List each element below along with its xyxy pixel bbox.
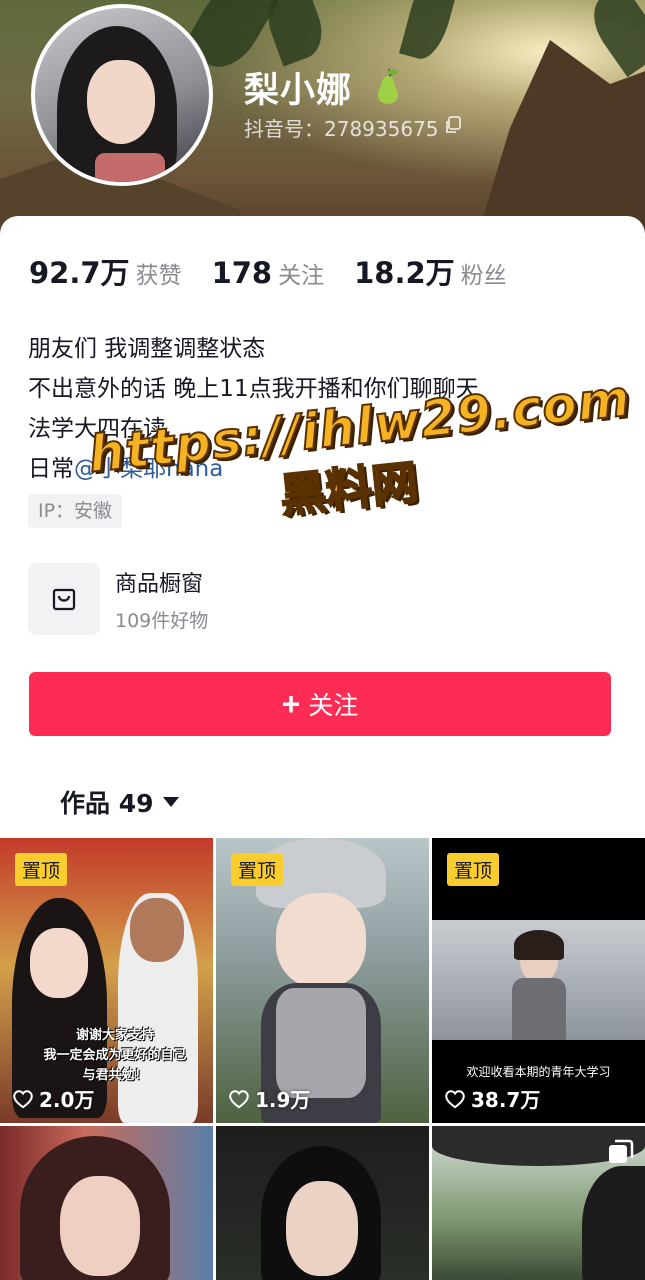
bio-line: 朋友们 我调整调整状态 <box>28 336 266 362</box>
pinned-badge: 置顶 <box>231 853 284 886</box>
heart-icon <box>13 1089 33 1108</box>
ip-location-tag: IP：安徽 <box>28 494 123 528</box>
video-tile[interactable]: 置顶 谢谢大家支持 我一定会成为更好的自己 与君共勉！ 2.0万 <box>0 838 213 1123</box>
avatar[interactable] <box>31 4 213 186</box>
plus-icon: + <box>281 685 301 722</box>
video-tile[interactable] <box>432 1126 645 1280</box>
bio-line: 日常@小梨耶nana <box>28 456 224 482</box>
video-caption: 欢迎收看本期的青年大学习 <box>466 1065 611 1079</box>
bio: 朋友们 我调整调整状态 不出意外的话 晚上11点我开播和你们聊聊天 法学大四在读… <box>28 329 479 489</box>
video-grid: 置顶 谢谢大家支持 我一定会成为更好的自己 与君共勉！ 2.0万 置顶 1.9万… <box>0 838 645 1280</box>
copy-icon[interactable] <box>444 116 462 134</box>
video-likes: 38.7万 <box>444 1084 540 1113</box>
likes-label: 获赞 <box>135 263 182 289</box>
follow-label: 关注 <box>308 692 359 720</box>
video-tile[interactable]: 置顶 1.9万 <box>216 838 429 1123</box>
video-tile[interactable] <box>0 1126 213 1280</box>
follow-button[interactable]: + 关注 <box>29 672 611 736</box>
video-likes: 1.9万 <box>228 1084 310 1113</box>
shopping-bag-icon <box>28 563 100 635</box>
pear-icon <box>377 69 399 104</box>
followers-count[interactable]: 18.2万 <box>354 250 455 292</box>
video-tile[interactable]: 置顶 欢迎收看本期的青年大学习 38.7万 <box>432 838 645 1123</box>
followers-label[interactable]: 粉丝 <box>461 256 507 290</box>
tab-works[interactable]: 作品 49 <box>60 784 179 820</box>
pinned-badge: 置顶 <box>447 853 500 886</box>
video-tile[interactable] <box>216 1126 429 1280</box>
likes-count: 92.7万 <box>29 256 130 290</box>
pinned-badge: 置顶 <box>15 853 68 886</box>
video-caption: 谢谢大家支持 我一定会成为更好的自己 与君共勉！ <box>43 1028 187 1083</box>
following-count[interactable]: 178 <box>212 256 273 290</box>
douyin-id: 抖音号：278935675 <box>244 117 439 141</box>
bio-line: 不出意外的话 晚上11点我开播和你们聊聊天 <box>28 376 479 402</box>
chevron-down-icon <box>162 797 179 807</box>
works-label: 作品 49 <box>60 789 154 818</box>
stats-row: 92.7万 获赞 178 关注 18.2万 粉丝 <box>29 250 537 292</box>
following-label[interactable]: 关注 <box>278 256 324 290</box>
video-likes: 2.0万 <box>12 1084 94 1113</box>
multi-image-icon <box>609 1139 634 1163</box>
shop-subtitle: 109件好物 <box>115 609 209 632</box>
mention-link[interactable]: @小梨耶nana <box>74 456 223 482</box>
heart-icon <box>445 1089 465 1108</box>
bio-line: 法学大四在读 <box>28 416 166 442</box>
shop-window[interactable]: 商品橱窗 109件好物 <box>28 563 208 635</box>
shop-title: 商品橱窗 <box>115 571 204 597</box>
profile-name: 梨小娜 <box>244 71 353 111</box>
heart-icon <box>229 1089 249 1108</box>
